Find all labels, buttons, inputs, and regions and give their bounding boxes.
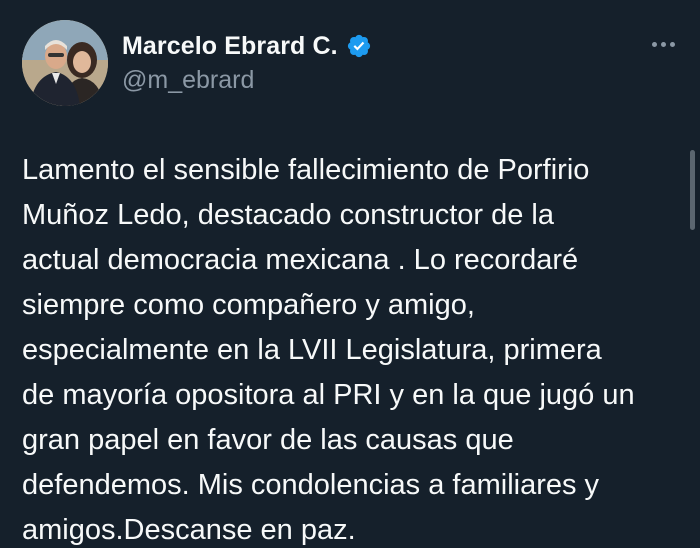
avatar-image	[22, 20, 108, 106]
tweet-text: Lamento el sensible fallecimiento de Por…	[22, 154, 635, 546]
more-options-icon[interactable]	[648, 32, 678, 56]
avatar[interactable]	[22, 20, 108, 106]
scrollbar[interactable]	[690, 150, 695, 230]
author-name-row: Marcelo Ebrard C.	[122, 30, 372, 62]
display-name[interactable]: Marcelo Ebrard C.	[122, 32, 338, 61]
author-handle[interactable]: @m_ebrard	[122, 66, 254, 95]
verified-badge-icon	[346, 33, 372, 59]
tweet-card: Marcelo Ebrard C. @m_ebrard Lamento el s…	[0, 0, 700, 548]
